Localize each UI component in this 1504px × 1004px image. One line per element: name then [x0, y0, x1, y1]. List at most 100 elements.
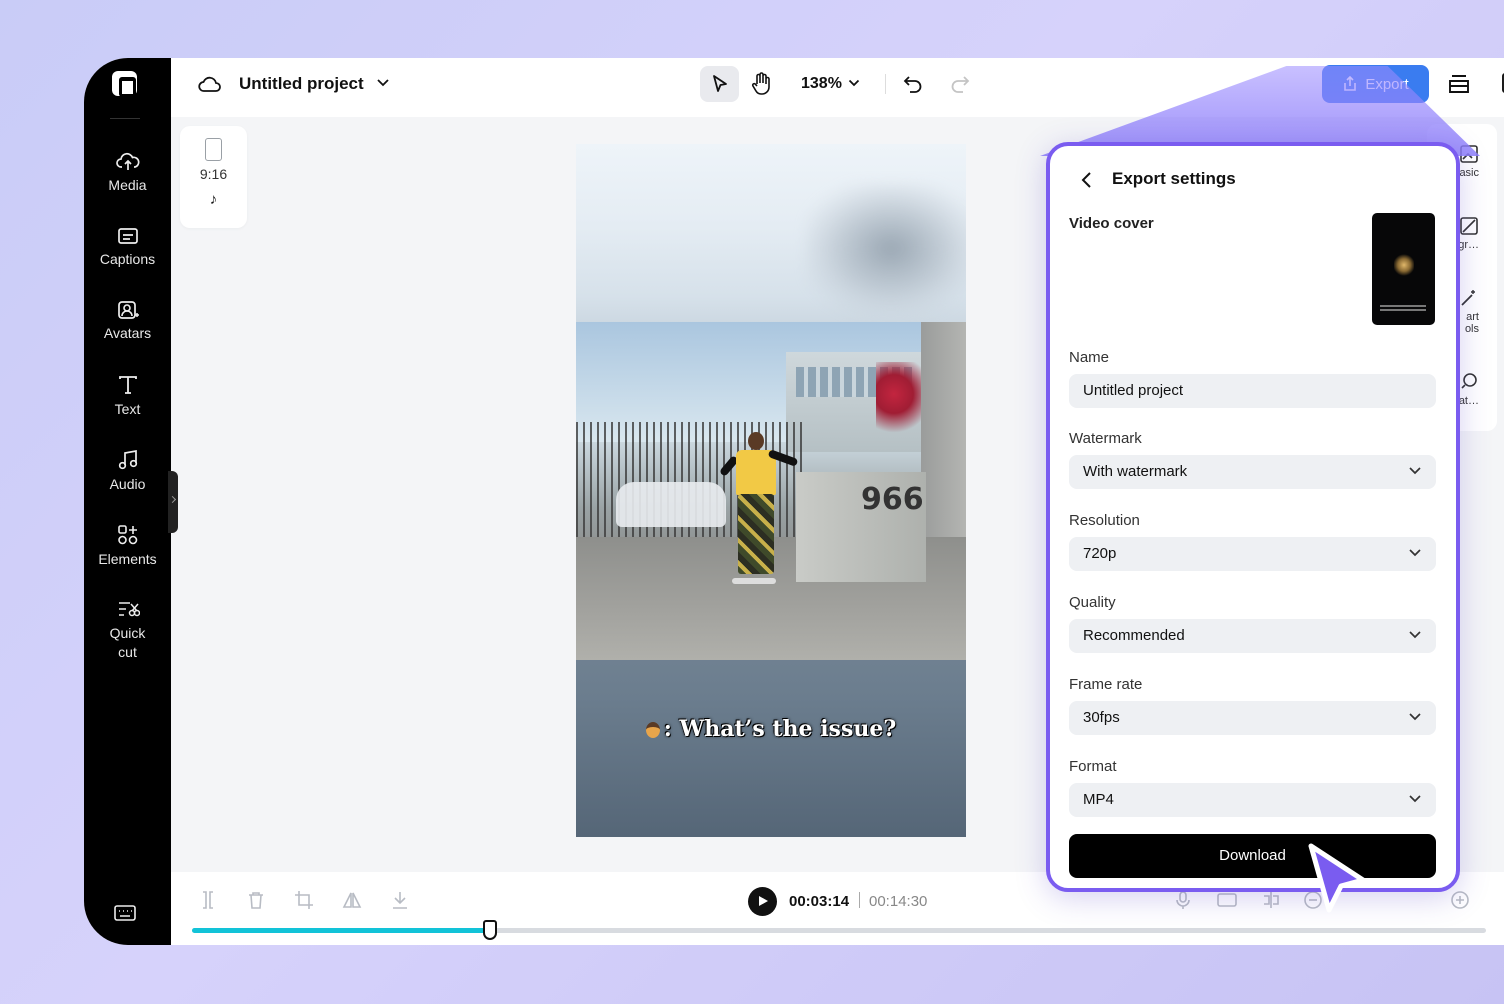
- format-label: Format: [1069, 758, 1117, 775]
- download-button[interactable]: Download: [1069, 834, 1436, 878]
- sidebar-item-media[interactable]: Media: [84, 150, 171, 195]
- app-logo[interactable]: [112, 71, 137, 97]
- name-value: Untitled project: [1083, 382, 1184, 399]
- sidebar-divider: [110, 118, 140, 119]
- scene-car: [616, 482, 726, 527]
- resolution-select[interactable]: 720p: [1069, 537, 1436, 571]
- thumbnail-glow: [1394, 253, 1414, 277]
- strip-label: asic: [1459, 167, 1479, 179]
- video-cover-thumbnail[interactable]: [1372, 213, 1435, 325]
- current-time: 00:03:14: [789, 893, 850, 910]
- time-divider: [859, 892, 860, 908]
- quick-cut-icon: [118, 602, 140, 617]
- chevron-down-icon: [1409, 549, 1421, 557]
- chevron-down-icon[interactable]: [376, 78, 390, 88]
- pointer-icon: [713, 75, 727, 92]
- format-select[interactable]: MP4: [1069, 783, 1436, 817]
- export-settings-panel: Export settings Video cover Name Untitle…: [1046, 142, 1460, 892]
- blurred-background: [806, 184, 966, 314]
- sidebar-item-quick-cut[interactable]: Quick cut: [84, 598, 171, 662]
- split-icon[interactable]: [198, 890, 218, 910]
- avatar-icon: [117, 301, 139, 319]
- scene-flowers: [876, 362, 921, 442]
- chevron-down-icon: [1409, 467, 1421, 475]
- toolbar-divider: [885, 74, 886, 94]
- timeline-track[interactable]: [192, 928, 1486, 933]
- sidebar-item-label: Avatars: [103, 325, 152, 341]
- layers-icon[interactable]: [1447, 72, 1471, 96]
- chevron-down-icon: [1409, 713, 1421, 721]
- zoom-chevron-icon[interactable]: [848, 79, 860, 88]
- sidebar-item-text[interactable]: Text: [84, 374, 171, 419]
- sidebar-item-label: Text: [114, 401, 141, 417]
- music-note-icon: [118, 449, 137, 470]
- sidebar-item-avatars[interactable]: Avatars: [84, 300, 171, 343]
- project-title[interactable]: Untitled project: [239, 74, 364, 94]
- aspect-ratio-label: 9:16: [199, 166, 228, 182]
- align-icon[interactable]: [1260, 890, 1282, 910]
- sidebar-item-label-2: cut: [118, 644, 137, 660]
- redo-icon[interactable]: [949, 73, 971, 95]
- cloud-upload-icon: [115, 152, 139, 170]
- crop-icon[interactable]: [294, 890, 314, 910]
- keyboard-shortcuts-button[interactable]: [113, 903, 137, 928]
- person-head: [748, 432, 764, 450]
- format-value: MP4: [1083, 791, 1114, 808]
- playhead-handle[interactable]: [482, 920, 497, 940]
- text-icon: [118, 376, 137, 394]
- sidebar-collapse-handle[interactable]: [168, 471, 178, 533]
- sidebar-item-label: Captions: [99, 251, 156, 267]
- aspect-ratio-card[interactable]: 9:16 ♪: [180, 126, 247, 228]
- strip-label: ols: [1464, 323, 1479, 335]
- sidebar-item-label: Media: [108, 177, 147, 193]
- quality-value: Recommended: [1083, 627, 1185, 644]
- watermark-select[interactable]: With watermark: [1069, 455, 1436, 489]
- sidebar-item-label: Audio: [109, 476, 146, 492]
- strip-label: art: [1466, 311, 1479, 323]
- timeline-progress: [192, 928, 490, 933]
- chevron-down-icon: [1409, 631, 1421, 639]
- play-button[interactable]: [748, 887, 777, 916]
- magic-wand-icon: [1461, 290, 1475, 306]
- tiktok-icon: ♪: [209, 191, 218, 208]
- hand-tool-icon[interactable]: [750, 72, 772, 96]
- left-sidebar: Media Captions Avatars Text Audio Elemen…: [84, 58, 171, 945]
- caption-text: : What’s the issue?: [663, 716, 897, 742]
- sidebar-item-audio[interactable]: Audio: [84, 449, 171, 494]
- microphone-icon[interactable]: [1173, 890, 1193, 910]
- name-label: Name: [1069, 349, 1110, 366]
- video-frame: 966: [576, 322, 966, 660]
- resolution-label: Resolution: [1069, 512, 1140, 529]
- person-legs: [738, 494, 774, 574]
- select-tool-button[interactable]: [700, 66, 739, 102]
- quality-select[interactable]: Recommended: [1069, 619, 1436, 653]
- sidebar-item-label: Elements: [98, 551, 157, 567]
- frame-rate-select[interactable]: 30fps: [1069, 701, 1436, 735]
- download-icon[interactable]: [390, 890, 410, 910]
- video-preview[interactable]: 966 : What’s the issue?: [576, 144, 966, 837]
- captions-icon: [117, 228, 138, 244]
- zoom-in-icon[interactable]: [1450, 890, 1470, 910]
- name-input[interactable]: Untitled project: [1069, 374, 1436, 408]
- sidebar-item-elements[interactable]: Elements: [84, 524, 171, 569]
- scene-number: 966: [861, 482, 924, 517]
- back-arrow-icon[interactable]: [1080, 171, 1094, 189]
- keyboard-icon: [114, 905, 136, 921]
- sidebar-item-captions[interactable]: Captions: [84, 226, 171, 269]
- flip-icon[interactable]: [342, 890, 362, 910]
- download-label: Download: [1219, 847, 1286, 864]
- zoom-level[interactable]: 138%: [801, 75, 842, 93]
- delete-icon[interactable]: [246, 890, 266, 910]
- skateboarder: [718, 432, 799, 602]
- cloud-sync-icon[interactable]: [198, 73, 222, 95]
- chevron-down-icon: [1409, 795, 1421, 803]
- undo-icon[interactable]: [902, 73, 924, 95]
- captions-toggle-icon[interactable]: [1216, 890, 1238, 910]
- person-emoji-icon: [645, 722, 660, 738]
- panel-title: Export settings: [1112, 169, 1236, 188]
- background-icon: [1460, 217, 1478, 235]
- video-caption[interactable]: : What’s the issue?: [576, 716, 966, 742]
- frame-rate-label: Frame rate: [1069, 676, 1143, 693]
- elements-icon: [117, 525, 137, 545]
- total-time: 00:14:30: [869, 893, 928, 910]
